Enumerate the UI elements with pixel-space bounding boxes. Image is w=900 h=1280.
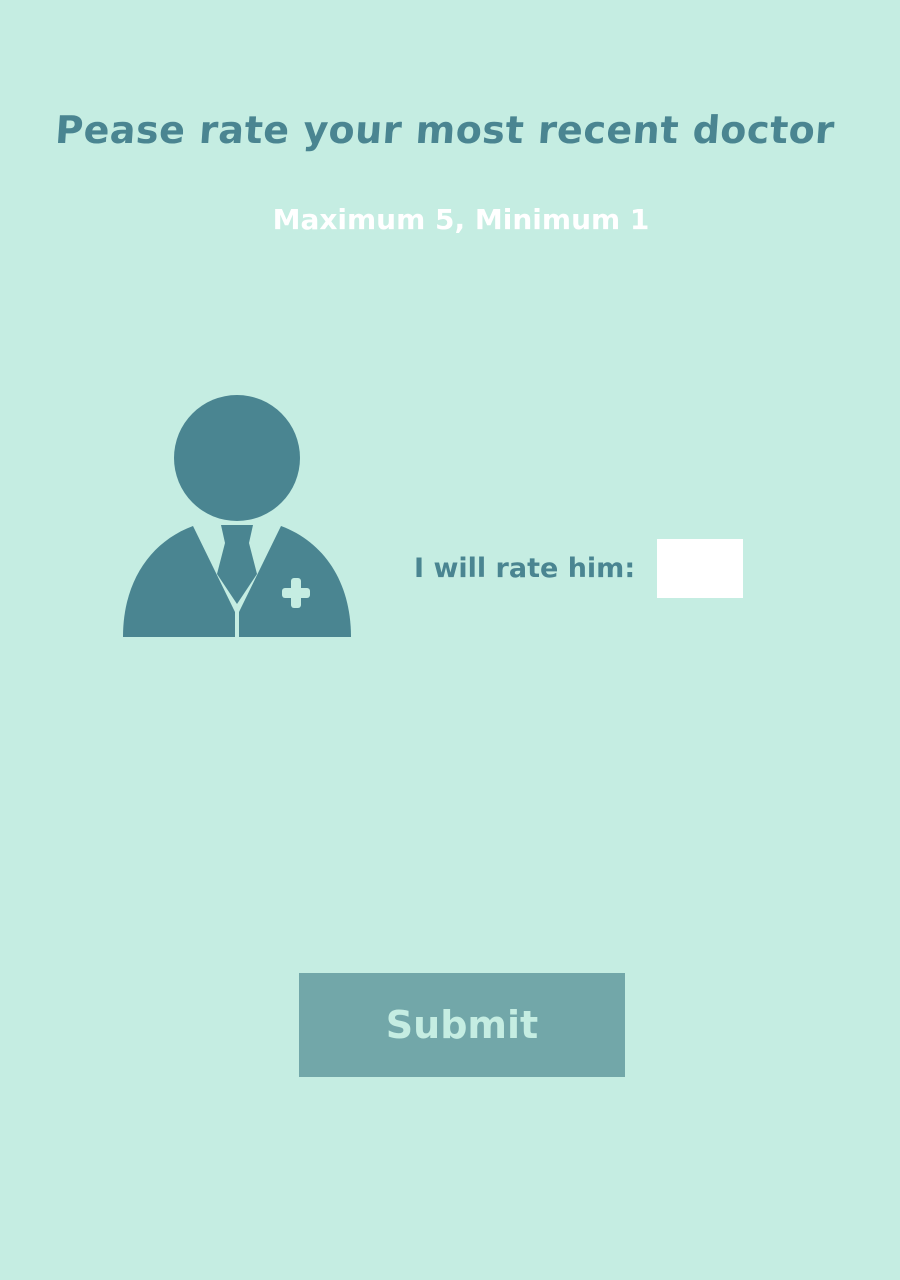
rating-input[interactable] — [657, 538, 744, 598]
rating-row: I will rate him: — [414, 538, 744, 598]
rating-range-hint: Maximum 5, Minimum 1 — [272, 203, 650, 236]
page-title: Pease rate your most recent doctor — [53, 108, 837, 152]
doctor-icon — [123, 395, 351, 637]
rating-label: I will rate him: — [414, 552, 636, 584]
submit-button[interactable]: Submit — [299, 973, 625, 1077]
